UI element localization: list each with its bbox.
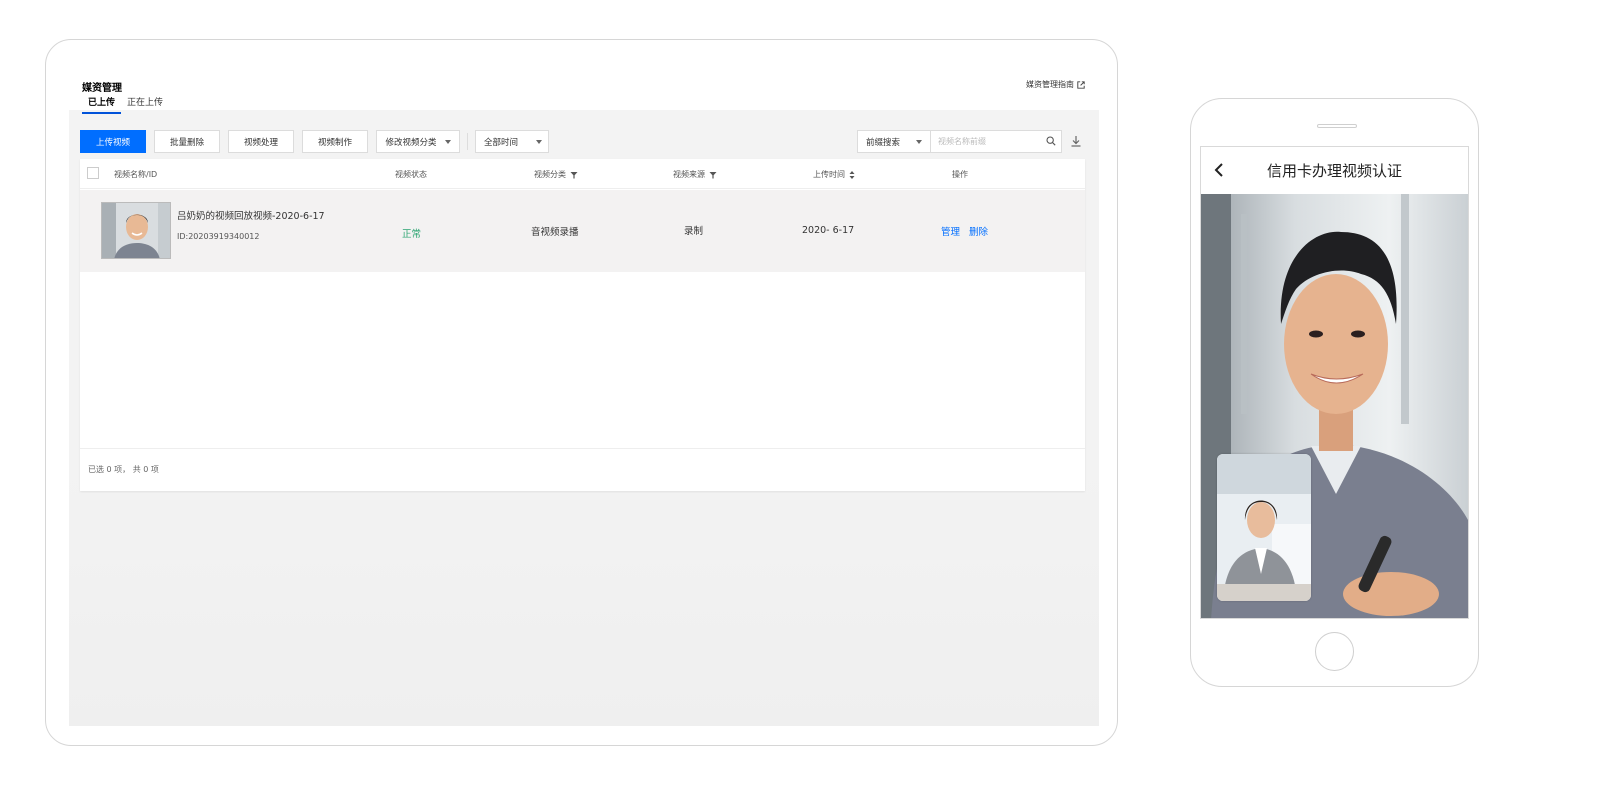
column-label: 操作 [952,170,968,179]
external-link-icon [1077,80,1085,89]
chevron-down-icon [444,139,451,144]
selection-summary: 已选 0 项， 共 0 项 [88,465,159,474]
filter-icon[interactable] [709,171,717,179]
video-source: 录制 [684,226,704,237]
column-label: 视频状态 [395,170,427,179]
search-icon[interactable] [1046,136,1056,146]
table-row: 吕奶奶的视频回放视频-2020-6-17 ID:20203919340012 正… [80,190,1085,272]
table-header: 视频名称/ID 视频状态 视频分类 视频来源 上传时间 操作 [80,159,1085,189]
video-thumbnail[interactable] [101,202,171,259]
upload-video-button[interactable]: 上传视频 [80,130,146,153]
search-mode-label: 前缀搜索 [866,137,901,148]
phone-title: 信用卡办理视频认证 [1266,162,1402,180]
guide-link[interactable]: 媒资管理指南 [1026,79,1085,90]
page-title: 媒资管理 [82,83,122,94]
filter-icon[interactable] [570,171,578,179]
manage-link[interactable]: 管理 [941,224,960,238]
phone-speaker [1317,124,1357,128]
phone-frame: 信用卡办理视频认证 [1190,98,1479,687]
phone-screen: 信用卡办理视频认证 [1200,146,1469,619]
video-process-button[interactable]: 视频处理 [228,130,294,153]
video-category: 音视频录播 [531,227,579,238]
search-input[interactable]: 视频名称前缀 [930,130,1062,153]
video-name: 吕奶奶的视频回放视频-2020-6-17 [177,211,325,222]
console-header: 媒资管理 媒资管理指南 已上传 正在上传 [69,68,1099,114]
sort-icon[interactable] [849,170,855,179]
video-thumbnail-image [102,203,170,258]
tab-uploading[interactable]: 正在上传 [121,93,169,114]
video-id: ID:20203919340012 [177,232,260,241]
guide-link-label: 媒资管理指南 [1026,80,1074,89]
upload-time: 2020- 6-17 [802,225,855,236]
video-make-button[interactable]: 视频制作 [302,130,368,153]
search-mode-dropdown[interactable]: 前缀搜索 [857,130,931,153]
toolbar: 上传视频 批量删除 视频处理 视频制作 修改视频分类 全部时间 前缀搜索 视频名… [80,130,1085,154]
local-video-image [1217,454,1311,601]
column-header-category[interactable]: 视频分类 [534,169,578,180]
column-header-upload-time[interactable]: 上传时间 [813,169,855,180]
table-footer: 已选 0 项， 共 0 项 [80,448,1085,491]
search-placeholder: 视频名称前缀 [938,137,986,146]
media-table: 视频名称/ID 视频状态 视频分类 视频来源 上传时间 操作 吕奶奶的视频回放视… [80,159,1085,491]
download-icon[interactable] [1070,135,1082,147]
column-header-source[interactable]: 视频来源 [673,169,717,180]
column-label: 视频分类 [534,170,566,179]
tab-uploaded[interactable]: 已上传 [82,93,122,114]
time-filter-dropdown[interactable]: 全部时间 [475,130,549,153]
column-header-actions: 操作 [952,169,968,180]
local-video-pip[interactable] [1217,454,1311,601]
delete-link[interactable]: 删除 [969,224,988,238]
column-label: 视频名称/ID [114,170,158,179]
change-category-label: 修改视频分类 [385,137,437,148]
chevron-down-icon [536,139,543,144]
phone-nav-bar: 信用卡办理视频认证 [1201,147,1468,194]
batch-delete-button[interactable]: 批量删除 [154,130,220,153]
divider [467,133,468,150]
remote-video [1201,194,1468,618]
change-category-dropdown[interactable]: 修改视频分类 [376,130,460,153]
tab-bar: 已上传 正在上传 [82,93,169,114]
select-all-checkbox[interactable] [87,167,99,179]
time-filter-label: 全部时间 [484,137,519,148]
status-badge: 正常 [402,229,422,240]
tablet-frame: 媒资管理 媒资管理指南 已上传 正在上传 上传视频 批量删除 视频处理 视频制作… [45,39,1118,746]
column-label: 上传时间 [813,170,845,179]
console-screen: 媒资管理 媒资管理指南 已上传 正在上传 上传视频 批量删除 视频处理 视频制作… [69,68,1099,726]
column-header-status: 视频状态 [395,169,427,180]
column-label: 视频来源 [673,170,705,179]
home-button[interactable] [1315,632,1354,671]
column-header-name: 视频名称/ID [114,169,157,180]
chevron-down-icon [916,139,923,144]
